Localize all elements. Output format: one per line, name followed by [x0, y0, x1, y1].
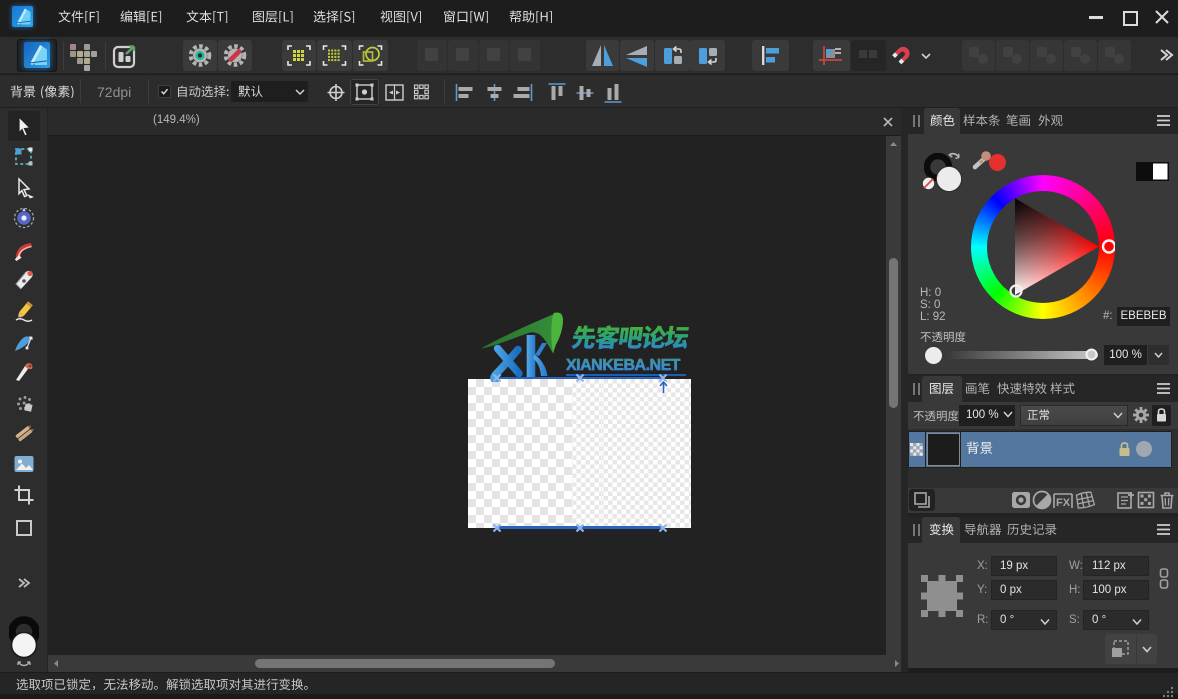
svg-text:FX: FX [1056, 497, 1071, 509]
